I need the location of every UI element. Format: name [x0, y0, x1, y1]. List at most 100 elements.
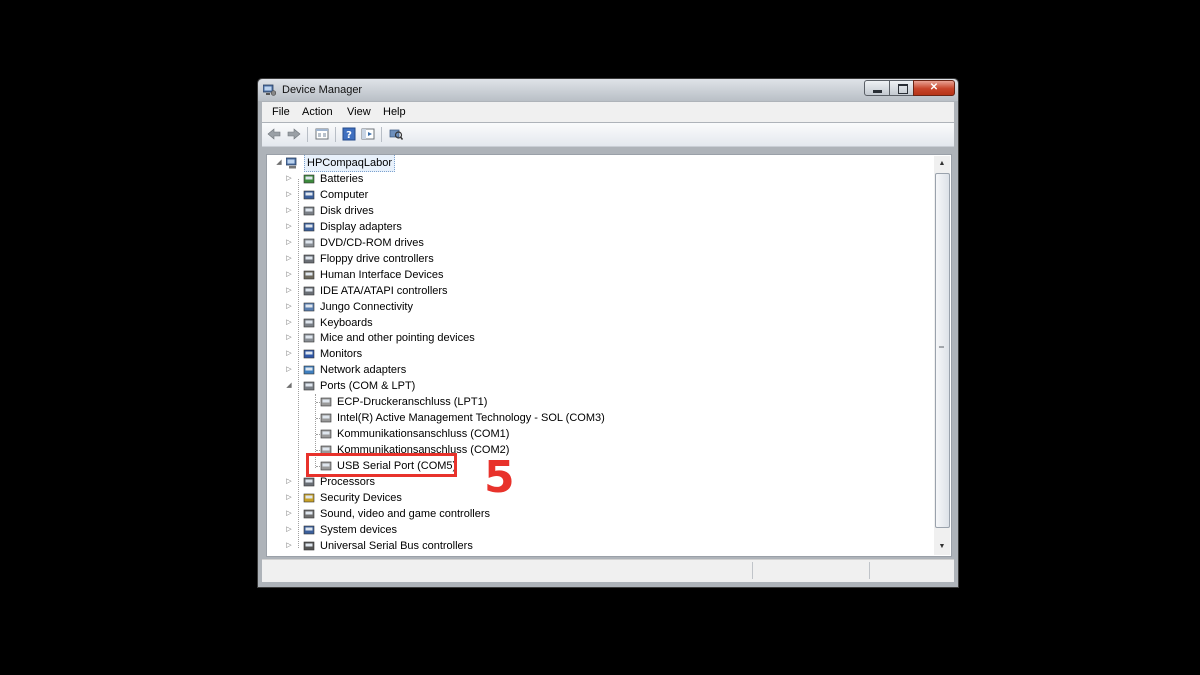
port-connector-icon: [320, 413, 332, 423]
tree-category-item[interactable]: ▷ DVD/CD-ROM drives: [267, 235, 907, 251]
tree-category-item[interactable]: ▷ Universal Serial Bus controllers: [267, 538, 907, 554]
tree-item-label[interactable]: Ports (COM & LPT): [320, 378, 415, 394]
tree-category-item[interactable]: ▷ Batteries: [267, 171, 907, 187]
network-adapter-icon: [303, 366, 315, 375]
hid-icon: [303, 270, 315, 279]
menu-help[interactable]: Help: [383, 106, 406, 118]
tree-item-label[interactable]: Human Interface Devices: [320, 267, 444, 283]
help-icon[interactable]: ?: [342, 127, 356, 141]
scroll-thumb[interactable]: ═: [935, 173, 950, 528]
collapse-icon[interactable]: ◢: [275, 155, 283, 171]
expand-icon[interactable]: ▷: [285, 490, 293, 506]
tree-item-label[interactable]: Security Devices: [320, 490, 402, 506]
expand-icon[interactable]: ▷: [285, 299, 293, 315]
tree-item-label[interactable]: Computer: [320, 187, 368, 203]
status-bar: [262, 559, 954, 582]
tree-item-label[interactable]: Monitors: [320, 346, 362, 362]
properties-icon[interactable]: [315, 127, 329, 141]
expand-icon[interactable]: ▷: [285, 346, 293, 362]
tree-item-label[interactable]: Intel(R) Active Management Technology - …: [337, 410, 605, 426]
vertical-scrollbar[interactable]: ▲ ═ ▼: [934, 156, 950, 555]
tree-item-label[interactable]: ECP-Druckeranschluss (LPT1): [337, 394, 487, 410]
tree-category-item[interactable]: ◢ Ports (COM & LPT): [267, 378, 907, 394]
tree-item-label[interactable]: Keyboards: [320, 315, 373, 331]
tree-item-label[interactable]: Kommunikationsanschluss (COM1): [337, 426, 509, 442]
tree-item-label[interactable]: Disk drives: [320, 203, 374, 219]
status-panel: [869, 562, 871, 579]
title-bar[interactable]: Device Manager ✕: [258, 79, 958, 101]
tree-item-label[interactable]: Network adapters: [320, 362, 406, 378]
expand-icon[interactable]: ▷: [285, 506, 293, 522]
tree-port-item[interactable]: Kommunikationsanschluss (COM1): [267, 426, 907, 442]
tree-category-item[interactable]: ▷ Monitors: [267, 346, 907, 362]
usb-icon: [303, 541, 315, 551]
scroll-up-icon[interactable]: ▲: [934, 156, 950, 172]
tree-item-label[interactable]: Universal Serial Bus controllers: [320, 538, 473, 554]
tree-category-item[interactable]: ▷ Disk drives: [267, 203, 907, 219]
tree-port-item[interactable]: Intel(R) Active Management Technology - …: [267, 410, 907, 426]
tree-category-item[interactable]: ▷ Display adapters: [267, 219, 907, 235]
keyboard-icon: [303, 318, 315, 327]
tree-root-label[interactable]: HPCompaqLabor: [304, 155, 395, 172]
tree-item-label[interactable]: Mice and other pointing devices: [320, 330, 475, 346]
step-number-annotation: 5: [484, 452, 515, 503]
back-icon[interactable]: [267, 127, 281, 141]
expand-icon[interactable]: ▷: [285, 522, 293, 538]
tree-category-item[interactable]: ▷ Sound, video and game controllers: [267, 506, 907, 522]
tree-category-item[interactable]: ▷ IDE ATA/ATAPI controllers: [267, 283, 907, 299]
mouse-icon: [303, 334, 315, 343]
show-hide-console-tree-icon[interactable]: [361, 127, 375, 141]
expand-icon[interactable]: ▷: [285, 283, 293, 299]
forward-icon[interactable]: [287, 127, 301, 141]
security-device-icon: [303, 493, 315, 503]
minimize-button[interactable]: [864, 80, 890, 96]
tree-item-label[interactable]: Floppy drive controllers: [320, 251, 434, 267]
expand-icon[interactable]: ▷: [285, 267, 293, 283]
expand-icon[interactable]: ▷: [285, 171, 293, 187]
maximize-button[interactable]: [889, 80, 914, 96]
floppy-controller-icon: [303, 254, 315, 263]
expand-icon[interactable]: ▷: [285, 315, 293, 331]
expand-icon[interactable]: ▷: [285, 219, 293, 235]
expand-icon[interactable]: ▷: [285, 251, 293, 267]
expand-icon[interactable]: ▷: [285, 538, 293, 554]
tree-item-label[interactable]: DVD/CD-ROM drives: [320, 235, 424, 251]
tree-category-item[interactable]: ▷ System devices: [267, 522, 907, 538]
tree-item-label[interactable]: System devices: [320, 522, 397, 538]
tree-port-item[interactable]: ECP-Druckeranschluss (LPT1): [267, 394, 907, 410]
tree-root[interactable]: ◢ HPCompaqLabor: [267, 155, 667, 172]
menu-action[interactable]: Action: [302, 106, 333, 118]
scroll-down-icon[interactable]: ▼: [934, 539, 950, 555]
tree-category-item[interactable]: ▷ Mice and other pointing devices: [267, 330, 907, 346]
collapse-icon[interactable]: ◢: [285, 378, 293, 394]
tree-item-label[interactable]: Jungo Connectivity: [320, 299, 413, 315]
tree-item-label[interactable]: Sound, video and game controllers: [320, 506, 490, 522]
tree-category-item[interactable]: ▷ Human Interface Devices: [267, 267, 907, 283]
tree-category-item[interactable]: ▷ Floppy drive controllers: [267, 251, 907, 267]
tree-item-label[interactable]: Display adapters: [320, 219, 402, 235]
port-connector-icon: [320, 397, 332, 407]
tree-category-item[interactable]: ▷ Network adapters: [267, 362, 907, 378]
sound-icon: [303, 509, 315, 519]
maximize-icon: [898, 84, 908, 94]
port-connector-icon: [320, 429, 332, 439]
scan-hardware-icon[interactable]: [389, 127, 403, 141]
tree-category-item[interactable]: ▷ Jungo Connectivity: [267, 299, 907, 315]
expand-icon[interactable]: ▷: [285, 187, 293, 203]
close-button[interactable]: ✕: [913, 80, 955, 96]
tree-category-item[interactable]: ▷ Security Devices: [267, 490, 907, 506]
menu-view[interactable]: View: [347, 106, 371, 118]
tree-category-item[interactable]: ▷ Computer: [267, 187, 907, 203]
tree-item-label[interactable]: Batteries: [320, 171, 363, 187]
expand-icon[interactable]: ▷: [285, 330, 293, 346]
expand-icon[interactable]: ▷: [285, 474, 293, 490]
tree-item-label[interactable]: IDE ATA/ATAPI controllers: [320, 283, 448, 299]
expand-icon[interactable]: ▷: [285, 235, 293, 251]
device-manager-window: Device Manager ✕ File Action View Help ?: [257, 78, 959, 588]
svg-text:?: ?: [346, 130, 352, 141]
expand-icon[interactable]: ▷: [285, 203, 293, 219]
expand-icon[interactable]: ▷: [285, 362, 293, 378]
menu-file[interactable]: File: [272, 106, 290, 118]
tree-category-item[interactable]: ▷ Keyboards: [267, 315, 907, 331]
device-tree[interactable]: ◢ HPCompaqLabor ▷ Batteries ▷ Computer ▷ Disk…: [266, 154, 952, 557]
